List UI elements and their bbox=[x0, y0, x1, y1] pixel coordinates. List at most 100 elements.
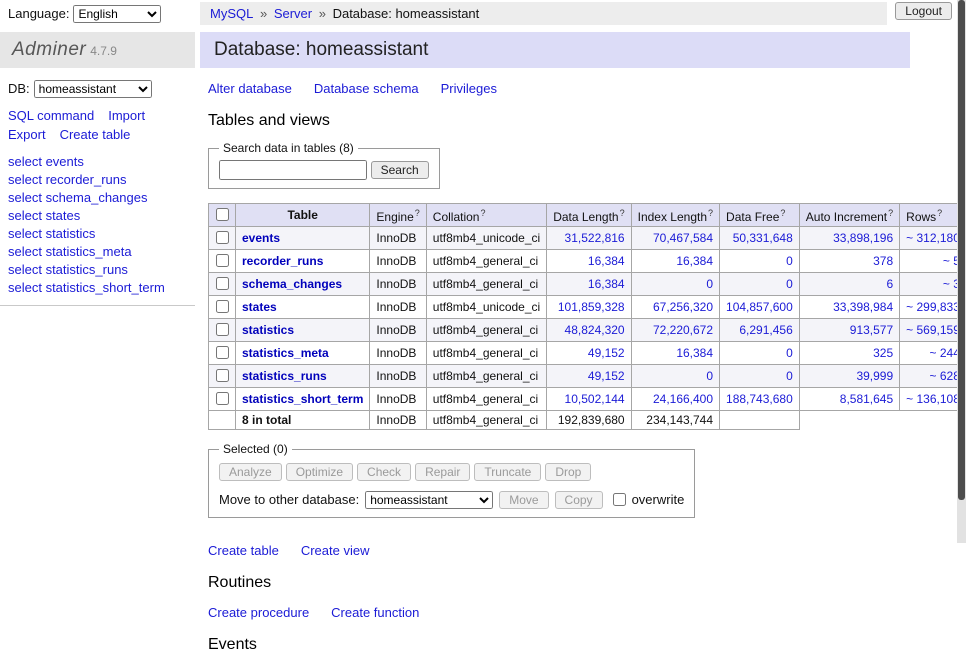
cell-data-length-link[interactable]: 49,152 bbox=[588, 369, 625, 383]
table-link-states[interactable]: states bbox=[242, 300, 277, 314]
column-help-link[interactable]: ? bbox=[620, 208, 625, 218]
cell-index-length-link[interactable]: 0 bbox=[706, 277, 713, 291]
create-function-link[interactable]: Create function bbox=[331, 605, 419, 620]
sidebar-select-schema-changes[interactable]: select schema_changes bbox=[8, 190, 187, 205]
cell-auto-increment-link[interactable]: 39,999 bbox=[856, 369, 893, 383]
table-link-statistics-runs[interactable]: statistics_runs bbox=[242, 369, 327, 383]
select-all-checkbox[interactable] bbox=[216, 208, 229, 221]
cell-data-length-link[interactable]: 101,859,328 bbox=[558, 300, 625, 314]
table-link-recorder-runs[interactable]: recorder_runs bbox=[242, 254, 323, 268]
cell-data-free-link[interactable]: 50,331,648 bbox=[733, 231, 793, 245]
row-checkbox-schema-changes[interactable] bbox=[216, 277, 229, 290]
cell-rows-link[interactable]: ~ 628 bbox=[930, 369, 960, 383]
column-help-link[interactable]: ? bbox=[780, 208, 785, 218]
column-help-link[interactable]: ? bbox=[888, 208, 893, 218]
cell-rows-link[interactable]: ~ 312,180 bbox=[906, 231, 960, 245]
cell-data-free-link[interactable]: 0 bbox=[786, 346, 793, 360]
row-checkbox-statistics-runs[interactable] bbox=[216, 369, 229, 382]
column-help-link[interactable]: ? bbox=[415, 208, 420, 218]
database-schema-link[interactable]: Database schema bbox=[314, 81, 419, 96]
cell-data-length-link[interactable]: 16,384 bbox=[588, 254, 625, 268]
alter-database-link[interactable]: Alter database bbox=[208, 81, 292, 96]
overwrite-checkbox[interactable] bbox=[613, 493, 626, 506]
sidebar-link-export[interactable]: Export bbox=[8, 127, 46, 142]
search-button[interactable]: Search bbox=[371, 161, 429, 179]
cell-data-length-link[interactable]: 31,522,816 bbox=[565, 231, 625, 245]
row-checkbox-statistics[interactable] bbox=[216, 323, 229, 336]
cell-auto-increment-link[interactable]: 6 bbox=[886, 277, 893, 291]
cell-rows-link[interactable]: ~ 569,159 bbox=[906, 323, 960, 337]
cell-auto-increment-link[interactable]: 913,577 bbox=[850, 323, 893, 337]
cell-data-free-link[interactable]: 188,743,680 bbox=[726, 392, 793, 406]
drop-button[interactable]: Drop bbox=[545, 463, 591, 481]
cell-index-length-link[interactable]: 16,384 bbox=[676, 346, 713, 360]
logout-button[interactable]: Logout bbox=[895, 2, 952, 20]
cell-auto-increment-link[interactable]: 33,898,196 bbox=[833, 231, 893, 245]
row-checkbox-recorder-runs[interactable] bbox=[216, 254, 229, 267]
cell-data-length-link[interactable]: 16,384 bbox=[588, 277, 625, 291]
sidebar-select-events[interactable]: select events bbox=[8, 154, 187, 169]
cell-auto-increment-link[interactable]: 325 bbox=[873, 346, 893, 360]
table-link-statistics[interactable]: statistics bbox=[242, 323, 294, 337]
cell-auto-increment-link[interactable]: 8,581,645 bbox=[840, 392, 893, 406]
sidebar-link-sql-command[interactable]: SQL command bbox=[8, 108, 94, 123]
create-procedure-link[interactable]: Create procedure bbox=[208, 605, 309, 620]
cell-data-length-link[interactable]: 48,824,320 bbox=[565, 323, 625, 337]
create-table-link[interactable]: Create table bbox=[208, 543, 279, 558]
sidebar-select-recorder-runs[interactable]: select recorder_runs bbox=[8, 172, 187, 187]
cell-data-free-link[interactable]: 104,857,600 bbox=[726, 300, 793, 314]
breadcrumb-item-server[interactable]: Server bbox=[274, 6, 312, 21]
cell-auto-increment-link[interactable]: 378 bbox=[873, 254, 893, 268]
sidebar-select-statistics[interactable]: select statistics bbox=[8, 226, 187, 241]
truncate-button[interactable]: Truncate bbox=[474, 463, 541, 481]
breadcrumb-item-mysql[interactable]: MySQL bbox=[210, 6, 253, 21]
cell-rows-link[interactable]: ~ 244 bbox=[930, 346, 960, 360]
cell-data-free-link[interactable]: 6,291,456 bbox=[739, 323, 792, 337]
row-checkbox-states[interactable] bbox=[216, 300, 229, 313]
analyze-button[interactable]: Analyze bbox=[219, 463, 282, 481]
row-checkbox-statistics-short-term[interactable] bbox=[216, 392, 229, 405]
language-select[interactable]: English bbox=[73, 5, 161, 23]
scrollbar-thumb[interactable] bbox=[958, 0, 965, 500]
table-link-schema-changes[interactable]: schema_changes bbox=[242, 277, 342, 291]
cell-data-length-link[interactable]: 10,502,144 bbox=[565, 392, 625, 406]
search-input[interactable] bbox=[219, 160, 367, 180]
row-checkbox-events[interactable] bbox=[216, 231, 229, 244]
cell-index-length-link[interactable]: 67,256,320 bbox=[653, 300, 713, 314]
sidebar-link-create-table[interactable]: Create table bbox=[60, 127, 131, 142]
sidebar-link-import[interactable]: Import bbox=[108, 108, 145, 123]
cell-data-free-link[interactable]: 0 bbox=[786, 369, 793, 383]
sidebar-select-statistics-meta[interactable]: select statistics_meta bbox=[8, 244, 187, 259]
sidebar-select-statistics-runs[interactable]: select statistics_runs bbox=[8, 262, 187, 277]
create-view-link[interactable]: Create view bbox=[301, 543, 370, 558]
copy-button[interactable]: Copy bbox=[555, 491, 603, 509]
cell-rows-link[interactable]: ~ 136,108 bbox=[906, 392, 960, 406]
cell-rows-link[interactable]: ~ 299,833 bbox=[906, 300, 960, 314]
cell-auto-increment-link[interactable]: 33,398,984 bbox=[833, 300, 893, 314]
move-button[interactable]: Move bbox=[499, 491, 548, 509]
table-link-statistics-meta[interactable]: statistics_meta bbox=[242, 346, 329, 360]
db-select[interactable]: homeassistant bbox=[34, 80, 152, 98]
check-button[interactable]: Check bbox=[357, 463, 411, 481]
move-db-select[interactable]: homeassistant bbox=[365, 491, 493, 509]
column-help-link[interactable]: ? bbox=[937, 208, 942, 218]
repair-button[interactable]: Repair bbox=[415, 463, 470, 481]
table-link-events[interactable]: events bbox=[242, 231, 280, 245]
row-checkbox-statistics-meta[interactable] bbox=[216, 346, 229, 359]
sidebar-select-states[interactable]: select states bbox=[8, 208, 187, 223]
column-help-link[interactable]: ? bbox=[480, 208, 485, 218]
optimize-button[interactable]: Optimize bbox=[286, 463, 353, 481]
cell-index-length-link[interactable]: 16,384 bbox=[676, 254, 713, 268]
cell-data-free-link[interactable]: 0 bbox=[786, 254, 793, 268]
cell-data-length-link[interactable]: 49,152 bbox=[588, 346, 625, 360]
cell-index-length-link[interactable]: 24,166,400 bbox=[653, 392, 713, 406]
privileges-link[interactable]: Privileges bbox=[441, 81, 497, 96]
table-link-statistics-short-term[interactable]: statistics_short_term bbox=[242, 392, 363, 406]
cell-index-length-link[interactable]: 0 bbox=[706, 369, 713, 383]
cell-index-length-link[interactable]: 70,467,584 bbox=[653, 231, 713, 245]
vertical-scrollbar[interactable] bbox=[957, 0, 966, 543]
column-help-link[interactable]: ? bbox=[708, 208, 713, 218]
cell-index-length-link[interactable]: 72,220,672 bbox=[653, 323, 713, 337]
sidebar-select-statistics-short-term[interactable]: select statistics_short_term bbox=[8, 280, 187, 295]
cell-data-free-link[interactable]: 0 bbox=[786, 277, 793, 291]
